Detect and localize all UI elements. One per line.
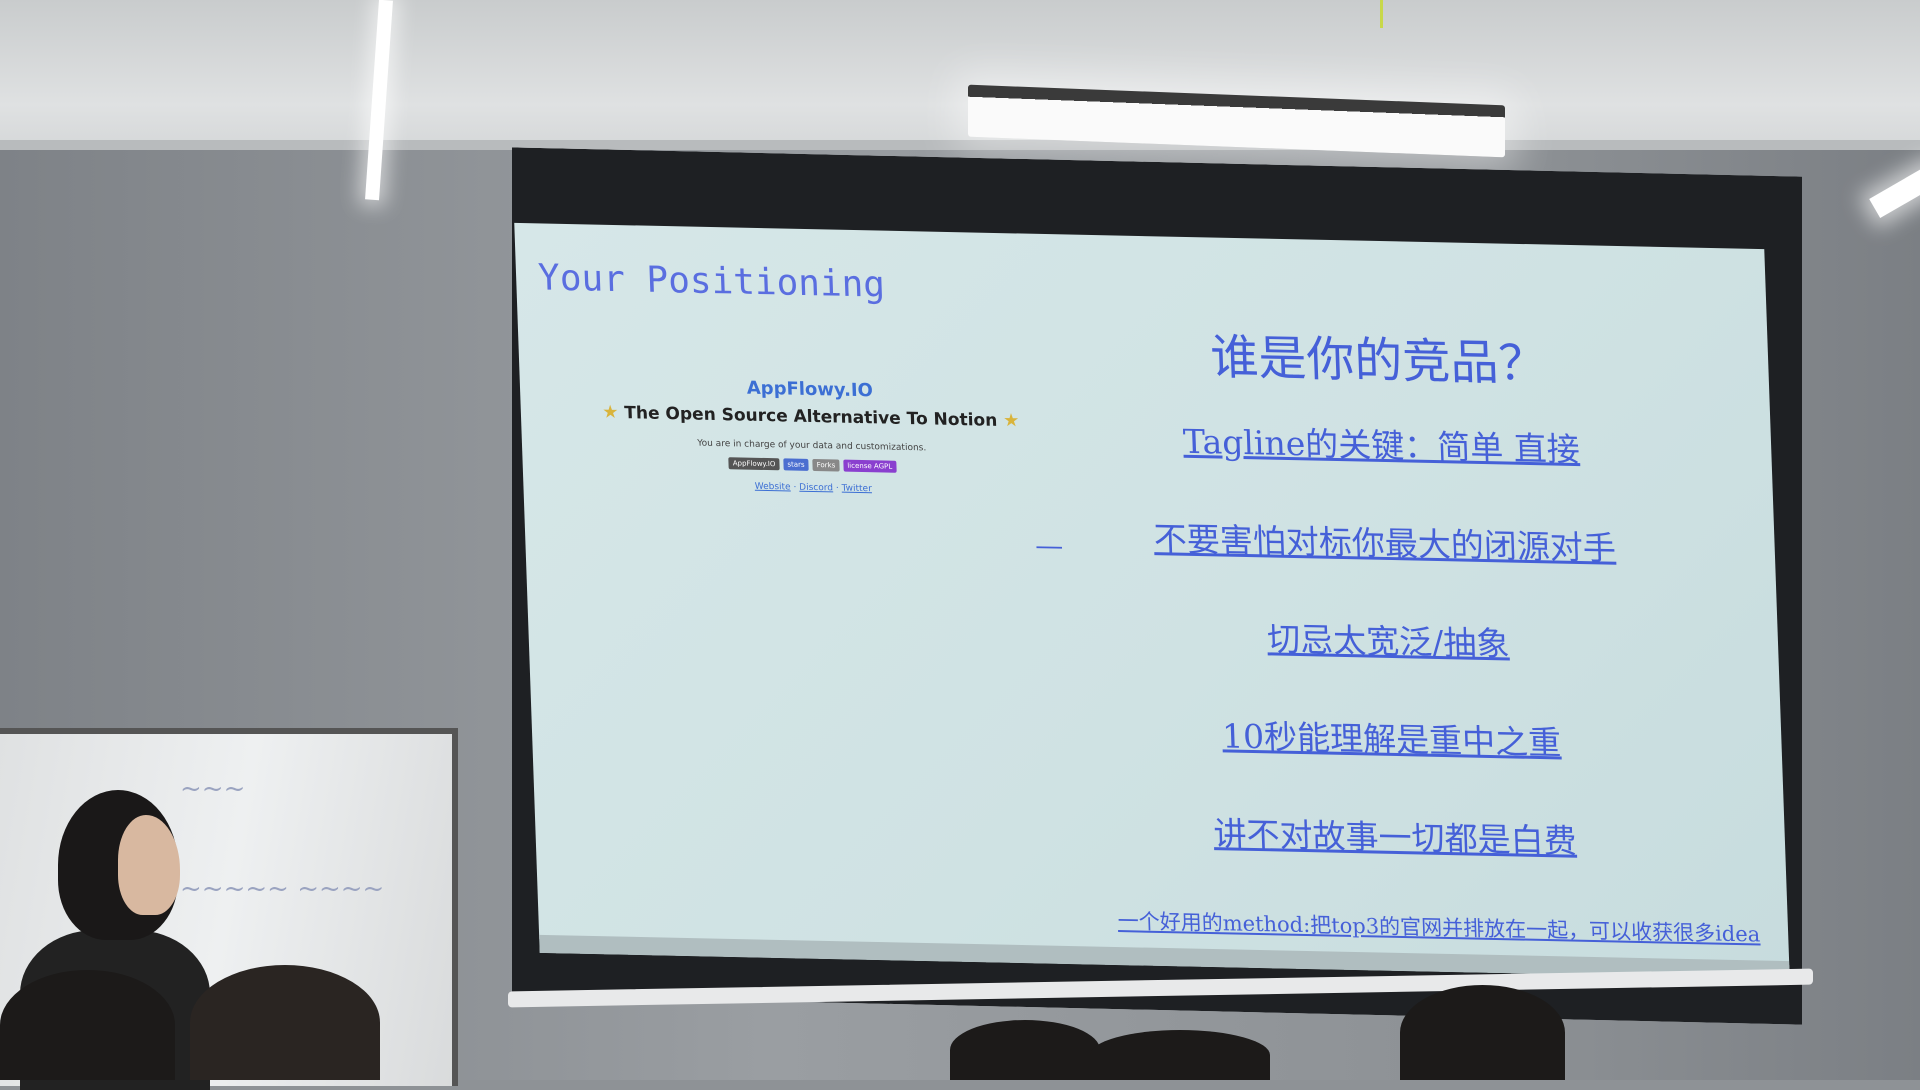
badge: stars [783,458,809,471]
bullet-dash: — [1034,528,1064,563]
slide-heading: 谁是你的竞品？ [1209,329,1548,393]
audience-head [1400,985,1565,1080]
whiteboard-scribble: ~~~~~ ~~~~ [180,874,385,904]
app-links: Website · Discord · Twitter [754,481,873,495]
app-tagline: The Open Source Alternative To Notion [624,403,998,431]
badge-row: AppFlowy.IO stars Forks license AGPL [602,455,1022,476]
slide-point: 不要害怕对标你最大的闭源对手 [1153,519,1617,568]
audience-head [950,1020,1100,1080]
app-subtitle: You are in charge of your data and custo… [697,438,927,454]
slide-point: Tagline的关键：简单 直接 [1182,421,1581,470]
audience-head [0,970,175,1080]
twitter-link: Twitter [841,483,873,495]
discord-link: Discord [799,482,834,494]
slide-right-column: 谁是你的竞品？ Tagline的关键：简单 直接 不要害怕对标你最大的闭源对手 … [1027,314,1748,917]
slide-title: Your Positioning [537,257,886,306]
badge: Forks [812,458,840,472]
slide-point: 切忌太宽泛/抽象 [1266,619,1510,664]
badge: license AGPL [843,459,897,473]
ceiling-wire [1380,0,1383,28]
projected-slide: Your Positioning AppFlowy.IO ★ The Open … [514,222,1790,980]
slide-point: 讲不对故事一切都是白费 [1212,814,1578,861]
star-icon: ★ [1002,410,1020,432]
audience-head [190,965,380,1080]
app-name: AppFlowy.IO [746,377,874,402]
slide-point: 10秒能理解是重中之重 [1221,716,1562,763]
app-tagline-row: ★ The Open Source Alternative To Notion … [600,402,1021,432]
star-icon: ★ [601,401,619,423]
website-link: Website [754,481,791,493]
audience-head [1090,1030,1270,1080]
appflowy-readme-screenshot: AppFlowy.IO ★ The Open Source Alternativ… [599,375,1023,498]
badge: AppFlowy.IO [728,457,780,471]
whiteboard-scribble: ~~~ [180,774,246,804]
